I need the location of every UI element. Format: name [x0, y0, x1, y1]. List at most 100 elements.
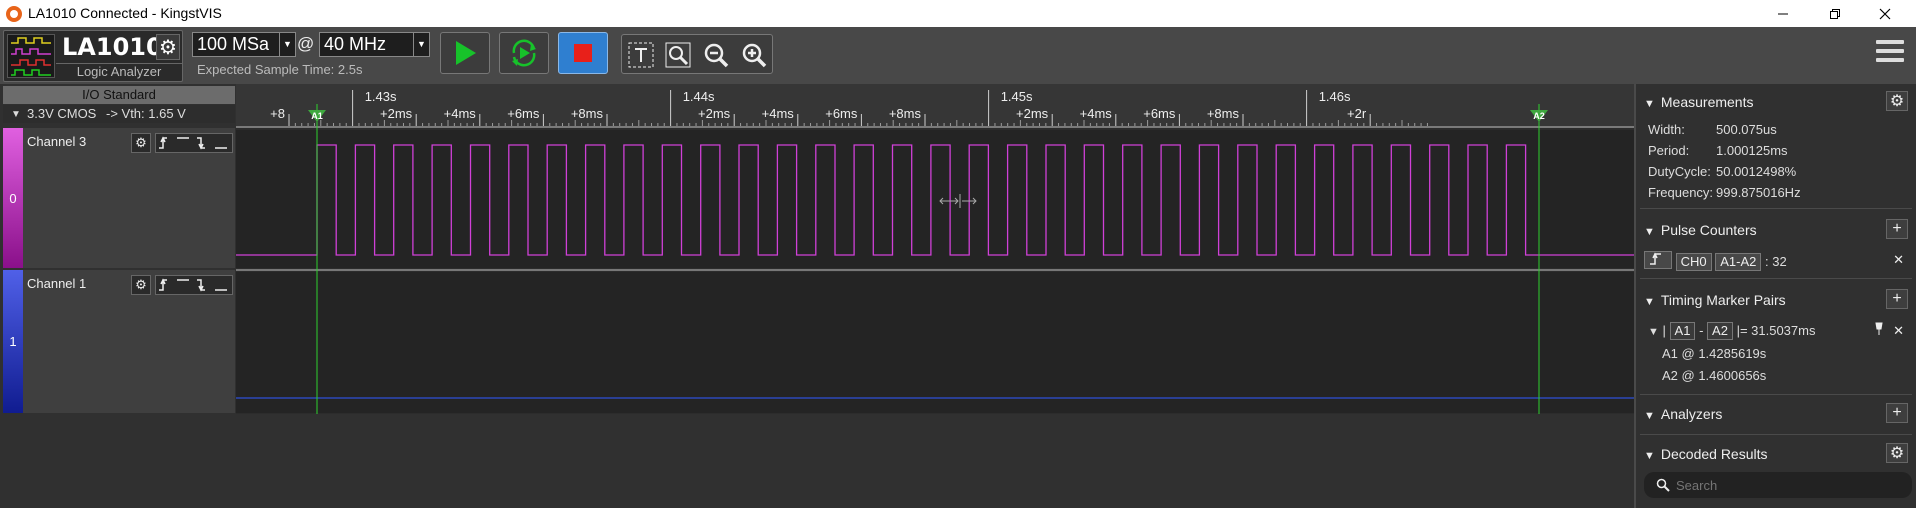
ruler-label: 1.44s [683, 89, 715, 104]
zoom-out-button[interactable] [700, 39, 732, 71]
channel-name[interactable]: Channel 3 [27, 134, 86, 149]
marker-a2-label: A2 [1533, 111, 1545, 121]
marker-pair-row: ▼ | A1 - A2 |= 31.5037ms [1648, 322, 1815, 340]
add-analyzer-button[interactable]: + [1886, 403, 1908, 423]
start-button[interactable] [440, 32, 490, 74]
trigger-edge-icons [159, 278, 227, 292]
abs-open: | [1662, 323, 1666, 338]
pair-dash: - [1699, 323, 1704, 338]
triangle-down-icon: ▼ [11, 109, 21, 120]
device-settings-button[interactable]: ⚙ [156, 34, 180, 60]
minimize-button[interactable] [1760, 0, 1806, 27]
divider [1640, 208, 1912, 209]
zoom-fit-icon [665, 42, 691, 68]
close-icon: ✕ [1893, 252, 1904, 267]
repeat-run-button[interactable] [499, 32, 549, 74]
decoded-results-settings-button[interactable]: ⚙ [1886, 443, 1908, 463]
divider [1640, 278, 1912, 279]
main-menu-button[interactable] [1876, 40, 1904, 66]
edge-type-button[interactable] [1644, 251, 1672, 269]
restore-button[interactable] [1812, 0, 1858, 27]
add-pulse-counter-button[interactable]: + [1886, 219, 1908, 239]
io-standard-select[interactable]: ▼ 3.3V CMOS -> Vth: 1.65 V [3, 105, 235, 123]
zoom-in-icon [742, 43, 767, 68]
ruler-label: +4ms [1080, 106, 1113, 121]
repeat-play-icon [512, 39, 536, 67]
remove-marker-pair-button[interactable]: ✕ [1893, 323, 1904, 339]
pin-icon [1875, 322, 1883, 335]
play-icon [456, 41, 476, 65]
pulse-count-value: : 32 [1765, 254, 1787, 269]
triangle-down-icon: ▼ [1644, 296, 1655, 308]
triangle-down-icon: ▼ [1644, 226, 1655, 238]
ruler-label: +8ms [571, 106, 604, 121]
title-bar: LA1010 Connected - KingstVIS [0, 0, 1916, 27]
stop-button[interactable] [558, 32, 608, 74]
measurements-header[interactable]: ▼ Measurements [1644, 94, 1753, 110]
channel-settings-button[interactable]: ⚙ [131, 275, 151, 295]
triangle-down-icon: ▼ [1648, 326, 1659, 338]
ruler-label: +8ms [889, 106, 922, 121]
close-button[interactable] [1862, 0, 1908, 27]
sample-depth-value: 100 MSa [197, 34, 270, 54]
ruler-label: +2ms [380, 106, 413, 121]
ruler-label: +6ms [825, 106, 858, 121]
io-standard-header: I/O Standard [3, 86, 235, 104]
stop-icon [574, 44, 592, 62]
channel-row-1: 1 Channel 1 ⚙ [3, 270, 235, 413]
decoded-search[interactable] [1644, 472, 1912, 498]
add-marker-pair-button[interactable]: + [1886, 289, 1908, 309]
close-icon: ✕ [1893, 323, 1904, 338]
pulse-channel-tag[interactable]: CH0 [1675, 253, 1712, 271]
channel-panel: I/O Standard ▼ 3.3V CMOS -> Vth: 1.65 V … [0, 84, 236, 414]
zoom-in-button[interactable] [738, 39, 770, 71]
ruler-label: +2r [1347, 106, 1367, 121]
channel-trigger-buttons[interactable] [155, 133, 233, 153]
search-input[interactable] [1676, 477, 1896, 493]
ruler-label: +8 [270, 106, 285, 121]
expected-sample-time: Expected Sample Time: 2.5s [197, 62, 363, 77]
sample-rate-select[interactable]: 40 MHz ▼ [319, 32, 430, 57]
pulse-counters-header[interactable]: ▼ Pulse Counters [1644, 222, 1757, 238]
ruler-label: +2ms [1016, 106, 1049, 121]
app-logo-icon [6, 6, 22, 22]
divider [1640, 394, 1912, 395]
sample-rate-value: 40 MHz [324, 34, 387, 54]
chevron-down-icon: ▼ [279, 33, 295, 56]
pair-marker-b[interactable]: A2 [1707, 322, 1733, 340]
pair-marker-a[interactable]: A1 [1669, 322, 1696, 340]
vth-value: -> Vth: 1.65 V [105, 106, 186, 121]
kingstvis-window: LA1010 Connected - KingstVIS LA1010 ⚙ Lo [0, 0, 1916, 508]
waveform-canvas[interactable]: +8 1.43s +2ms +4ms +6ms +8ms 1.44s +2ms +4ms +6ms… [236, 84, 1634, 414]
zoom-area-button[interactable] [662, 39, 694, 71]
measurement-dutycycle: DutyCycle: 50.0012498% [1648, 164, 1797, 179]
zoom-out-icon [704, 43, 729, 68]
channel-row-3: 0 Channel 3 ⚙ [3, 128, 235, 268]
pulse-range-tag[interactable]: A1-A2 [1715, 253, 1762, 271]
channel-color-bar: 0 [3, 128, 23, 268]
measurements-settings-button[interactable]: ⚙ [1886, 91, 1908, 111]
channel-trigger-buttons[interactable] [155, 275, 233, 295]
trigger-edge-icons [159, 136, 227, 150]
minimize-icon [1778, 13, 1788, 14]
side-panel: ▼ Measurements ⚙ Width: 500.075us Period: 1… [1634, 84, 1916, 508]
sample-depth-select[interactable]: 100 MSa ▼ [192, 32, 296, 57]
decoded-results-header[interactable]: ▼ Decoded Results [1644, 446, 1768, 462]
channel-settings-button[interactable]: ⚙ [131, 133, 151, 153]
triangle-down-icon: ▼ [1644, 450, 1655, 462]
waveform-view[interactable]: +8 1.43s +2ms +4ms +6ms +8ms 1.44s +2ms +4ms +6ms… [236, 84, 1634, 414]
logic-analyzer-icon [7, 34, 55, 78]
timing-marker-pairs-header[interactable]: ▼ Timing Marker Pairs [1644, 292, 1786, 308]
divider [1640, 434, 1912, 435]
device-type-label: Logic Analyzer [56, 63, 182, 79]
pin-marker-button[interactable] [1874, 322, 1884, 339]
window-title: LA1010 Connected - KingstVIS [28, 5, 222, 21]
analyzers-header[interactable]: ▼ Analyzers [1644, 406, 1722, 422]
remove-pulse-counter-button[interactable]: ✕ [1893, 252, 1904, 268]
channel-name[interactable]: Channel 1 [27, 276, 86, 291]
gear-icon: ⚙ [1889, 445, 1905, 462]
text-annotation-button[interactable] [625, 39, 657, 71]
empty-area [0, 414, 1634, 508]
channel-index: 1 [9, 334, 17, 349]
ruler-label: +4ms [444, 106, 477, 121]
